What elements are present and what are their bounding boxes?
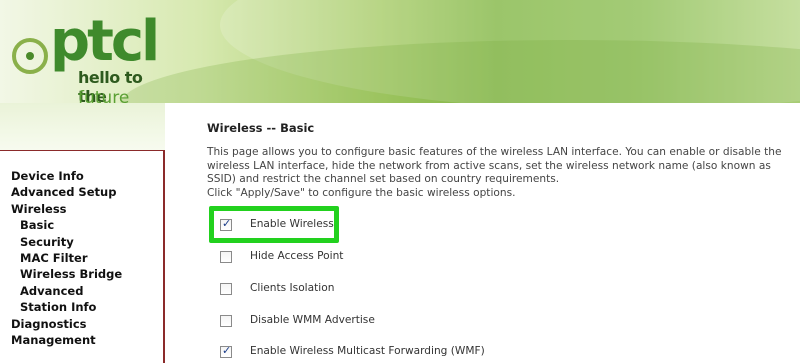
sidebar-item-security[interactable]: Security [0, 234, 163, 250]
enable-wireless-label: Enable Wireless [250, 218, 334, 230]
sidebar-item-station-info[interactable]: Station Info [0, 299, 163, 315]
sidebar-item-advanced-setup[interactable]: Advanced Setup [0, 184, 163, 200]
sidebar-header-panel [0, 103, 165, 150]
option-enable-wmf: Enable Wireless Multicast Forwarding (WM… [207, 343, 707, 363]
ptcl-logo: ptcl hello to the future [8, 8, 160, 103]
sidebar-item-wireless[interactable]: Wireless [0, 201, 163, 217]
clients-isolation-checkbox[interactable] [220, 283, 232, 295]
enable-wireless-checkbox[interactable] [220, 217, 232, 231]
disable-wmm-advertise-label: Disable WMM Advertise [250, 314, 375, 326]
sidebar-item-basic[interactable]: Basic [0, 217, 163, 233]
option-disable-wmm-advertise: Disable WMM Advertise [207, 312, 707, 334]
hide-access-point-label: Hide Access Point [250, 250, 344, 262]
option-hide-access-point: Hide Access Point [207, 248, 707, 270]
option-enable-wireless: Enable Wireless [207, 216, 707, 238]
sidebar-item-mac-filter[interactable]: MAC Filter [0, 250, 163, 266]
description-text: This page allows you to configure basic … [207, 146, 782, 185]
logo-tagline-line2: future [78, 88, 130, 103]
sidebar-item-advanced[interactable]: Advanced [0, 283, 163, 299]
logo-brand-text: ptcl [50, 9, 160, 74]
sidebar-item-device-info[interactable]: Device Info [0, 168, 163, 184]
main-content: Wireless -- Basic This page allows you t… [207, 103, 797, 363]
sidebar-item-management[interactable]: Management [0, 332, 163, 348]
disable-wmm-advertise-checkbox[interactable] [220, 315, 232, 327]
description-apply-hint: Click "Apply/Save" to configure the basi… [207, 186, 516, 199]
sidebar-item-diagnostics[interactable]: Diagnostics [0, 316, 163, 332]
page-description: This page allows you to configure basic … [207, 146, 797, 200]
logo-circle-icon [12, 38, 48, 74]
page-title: Wireless -- Basic [207, 121, 315, 135]
sidebar-nav: Device Info Advanced Setup Wireless Basi… [0, 150, 165, 363]
hide-access-point-checkbox[interactable] [220, 251, 232, 263]
banner-swoosh-secondary [120, 40, 800, 103]
clients-isolation-label: Clients Isolation [250, 282, 335, 294]
header-banner: ptcl hello to the future [0, 0, 800, 103]
sidebar-item-wireless-bridge[interactable]: Wireless Bridge [0, 266, 163, 282]
enable-wmf-checkbox[interactable] [220, 344, 232, 358]
enable-wmf-label: Enable Wireless Multicast Forwarding (WM… [250, 345, 485, 357]
option-clients-isolation: Clients Isolation [207, 280, 707, 302]
